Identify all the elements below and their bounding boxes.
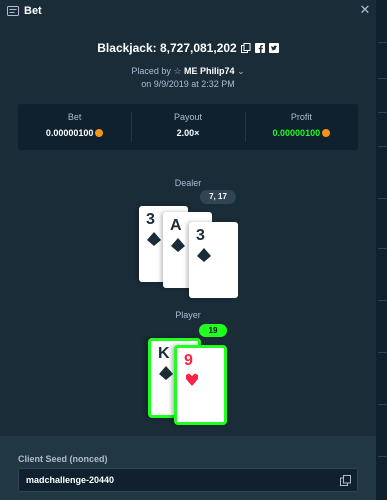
facebook-icon[interactable] xyxy=(254,43,265,53)
client-seed-field[interactable]: madchallenge-20440 xyxy=(18,468,358,492)
card-rank: K xyxy=(158,345,170,362)
divider xyxy=(378,78,387,79)
stat-payout: Payout 2.00× xyxy=(131,104,244,150)
stat-bet: Bet 0.00000100 xyxy=(18,104,131,150)
divider xyxy=(378,456,387,457)
copy-icon[interactable] xyxy=(240,43,251,53)
player-card-2: 9 xyxy=(174,345,227,425)
game-title-row: Blackjack: 8,727,081,202 xyxy=(0,40,376,56)
divider xyxy=(378,198,387,199)
game-title: Blackjack: 8,727,081,202 xyxy=(97,41,237,55)
dealer-label: Dealer xyxy=(174,178,202,188)
stat-bet-label: Bet xyxy=(67,112,82,122)
card-rank: 3 xyxy=(196,227,205,244)
placed-by-row: Placed by ☆ ME Philip74 ⌄ xyxy=(0,66,376,77)
client-seed-value[interactable]: madchallenge-20440 xyxy=(26,475,114,485)
dealer-card-3: 3 xyxy=(189,222,238,298)
bet-modal: Bet ✕ Blackjack: 8,727,081,202 Placed by… xyxy=(0,0,376,500)
copy-icon[interactable] xyxy=(340,475,351,486)
twitter-icon[interactable] xyxy=(268,43,279,53)
card-rank: 3 xyxy=(146,211,155,228)
placed-by-label: Placed by xyxy=(131,66,171,76)
stat-bet-value: 0.00000100 xyxy=(18,128,131,138)
background-page-strip xyxy=(376,0,387,500)
modal-title: Bet xyxy=(24,5,42,17)
username-link[interactable]: ME Philip74 xyxy=(184,66,235,76)
stat-profit-amount: 0.00000100 xyxy=(272,128,321,138)
close-icon[interactable]: ✕ xyxy=(358,2,372,18)
bet-stats-panel: Bet 0.00000100 Payout 2.00× Profit 0.000… xyxy=(18,104,358,150)
spade-icon xyxy=(159,366,173,380)
divider xyxy=(378,300,387,301)
stat-profit-value: 0.00000100 xyxy=(245,128,358,138)
player-total-badge: 19 xyxy=(199,324,227,337)
bitcoin-coin-icon xyxy=(322,129,331,137)
bet-date: on 9/9/2019 at 2:32 PM xyxy=(141,79,235,89)
dealer-total-badge: 7, 17 xyxy=(200,190,236,204)
divider xyxy=(378,112,387,113)
seed-footer: Client Seed (nonced) madchallenge-20440 xyxy=(0,436,376,500)
bet-slip-icon xyxy=(7,6,19,16)
divider xyxy=(378,248,387,249)
stat-profit: Profit 0.00000100 xyxy=(244,104,358,150)
divider xyxy=(378,146,387,147)
card-rank: 9 xyxy=(184,352,193,369)
player-label: Player xyxy=(175,310,201,320)
spade-icon xyxy=(197,248,211,262)
divider xyxy=(378,42,387,43)
divider xyxy=(378,352,387,353)
divider xyxy=(378,404,387,405)
spade-icon xyxy=(171,238,185,252)
spade-icon xyxy=(147,232,161,246)
stat-payout-label: Payout xyxy=(173,112,202,122)
stat-bet-amount: 0.00000100 xyxy=(45,128,94,138)
stat-profit-label: Profit xyxy=(290,112,312,122)
client-seed-label: Client Seed (nonced) xyxy=(18,454,108,464)
stat-payout-amount: 2.00× xyxy=(176,128,200,138)
star-icon: ☆ xyxy=(173,66,182,76)
chevron-down-icon[interactable]: ⌄ xyxy=(237,66,245,76)
heart-icon xyxy=(186,373,198,386)
card-rank: A xyxy=(170,217,182,234)
stat-payout-value: 2.00× xyxy=(131,128,244,138)
modal-header: Bet ✕ xyxy=(0,0,376,22)
bitcoin-coin-icon xyxy=(95,129,104,137)
